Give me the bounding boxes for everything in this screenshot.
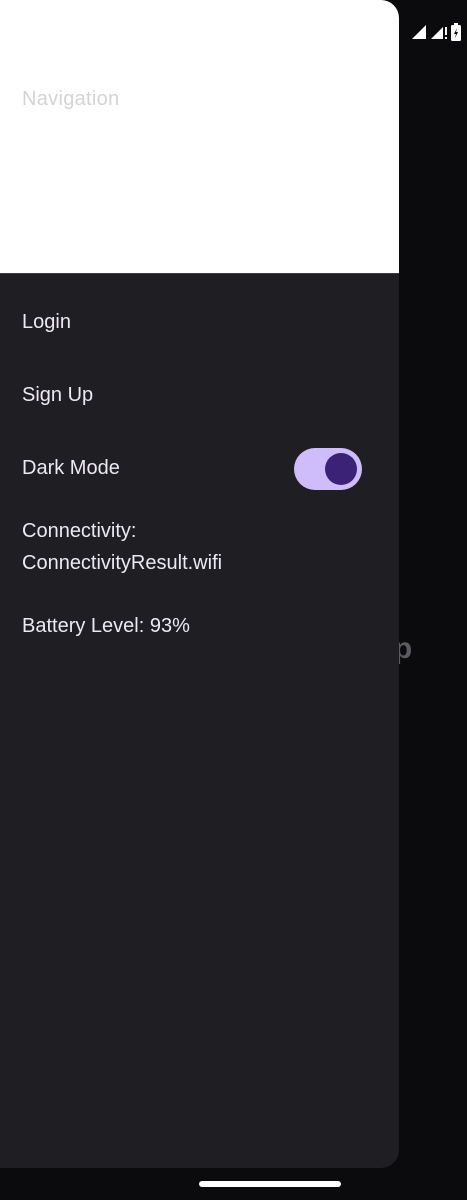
menu-item-dark-mode[interactable]: Dark Mode xyxy=(0,432,399,504)
connectivity-value: ConnectivityResult.wifi xyxy=(22,552,223,574)
menu-item-login[interactable]: Login xyxy=(0,286,399,358)
drawer-header-title: Navigation xyxy=(22,88,120,110)
signal-icon xyxy=(411,24,427,40)
battery-level-text: Battery Level: 93% xyxy=(22,615,190,637)
dark-mode-toggle[interactable] xyxy=(294,448,362,490)
menu-item-label: Login xyxy=(22,310,71,333)
signal-no-data-icon xyxy=(430,24,448,40)
status-bar-icons xyxy=(411,20,461,44)
drawer-header: Navigation xyxy=(0,0,399,274)
menu-item-label: Dark Mode xyxy=(22,456,120,479)
connectivity-label: Connectivity: xyxy=(22,520,137,542)
battery-icon xyxy=(451,23,461,41)
menu-item-sign-up[interactable]: Sign Up xyxy=(0,359,399,431)
toggle-thumb xyxy=(325,453,357,485)
menu-item-label: Sign Up xyxy=(22,383,94,406)
connectivity-status: Connectivity: ConnectivityResult.wifi xyxy=(22,515,222,579)
navigation-drawer: Navigation Login Sign Up Dark Mode Conne… xyxy=(0,0,399,1168)
gesture-navigation-bar[interactable] xyxy=(199,1181,341,1187)
